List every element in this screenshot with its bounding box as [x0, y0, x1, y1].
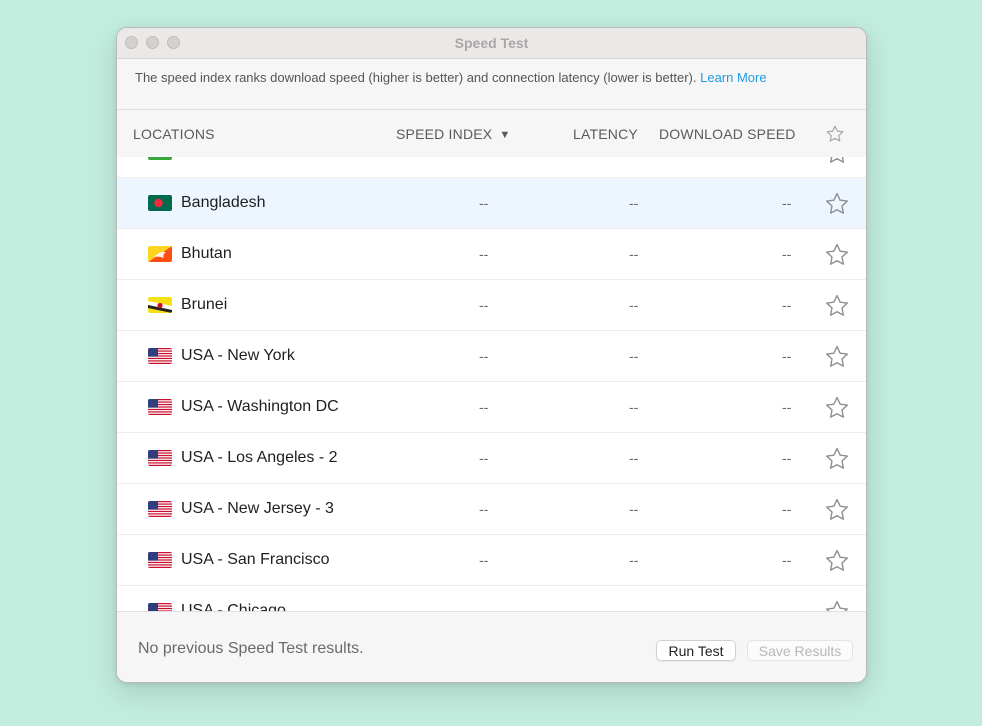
latency-value: --	[629, 552, 639, 568]
speed-index-label: SPEED INDEX	[396, 126, 493, 142]
column-header-download-speed[interactable]: DOWNLOAD SPEED	[659, 110, 796, 158]
learn-more-link[interactable]: Learn More	[700, 70, 766, 85]
download-speed-value: --	[782, 603, 792, 611]
location-row[interactable]: Bangladesh -- -- --	[117, 178, 866, 229]
location-row[interactable]: Brunei -- -- --	[117, 280, 866, 331]
info-text-container: The speed index ranks download speed (hi…	[135, 70, 767, 85]
info-bar: The speed index ranks download speed (hi…	[117, 59, 866, 110]
favorite-star-icon[interactable]	[824, 293, 850, 319]
latency-value: --	[629, 348, 639, 364]
flag-usa-icon	[148, 450, 172, 466]
location-name: Brunei	[181, 296, 228, 313]
column-header-locations[interactable]: LOCATIONS	[133, 110, 215, 158]
speed-index-value: --	[479, 501, 489, 517]
download-speed-value: --	[782, 552, 792, 568]
favorite-star-icon[interactable]	[824, 446, 850, 472]
download-speed-value: --	[782, 450, 792, 466]
table-header: LOCATIONS SPEED INDEX ▼ LATENCY DOWNLOAD …	[117, 110, 866, 158]
flag-partial-green-icon	[148, 157, 172, 160]
flag-usa-icon	[148, 552, 172, 568]
location-row[interactable]: USA - Los Angeles - 2 -- -- --	[117, 433, 866, 484]
favorite-star-icon[interactable]	[824, 599, 850, 611]
location-name: USA - New York	[181, 347, 295, 364]
favorites-filter-star-icon[interactable]	[825, 124, 845, 144]
flag-usa-icon	[148, 603, 172, 611]
flag-usa-icon	[148, 501, 172, 517]
flag-brunei-icon	[148, 297, 172, 313]
latency-value: --	[629, 501, 639, 517]
title-bar: Speed Test	[117, 28, 866, 59]
footer-bar: No previous Speed Test results. Run Test…	[117, 611, 866, 682]
column-header-latency[interactable]: LATENCY	[573, 110, 638, 158]
favorite-star-icon[interactable]	[824, 344, 850, 370]
speed-index-value: --	[479, 195, 489, 211]
favorite-star-icon[interactable]	[824, 242, 850, 268]
flag-bhutan-icon	[148, 246, 172, 262]
locations-list[interactable]: Bangladesh -- -- -- Bhutan -- -- -- Brunei -- -- --…	[117, 157, 866, 611]
location-name: Bhutan	[181, 245, 232, 262]
window-title: Speed Test	[454, 35, 529, 51]
latency-value: --	[629, 450, 639, 466]
location-row[interactable]: USA - Washington DC -- -- --	[117, 382, 866, 433]
location-row[interactable]: USA - New York -- -- --	[117, 331, 866, 382]
location-name: USA - New Jersey - 3	[181, 500, 334, 517]
favorite-star-icon[interactable]	[824, 548, 850, 574]
favorite-star-icon[interactable]	[824, 191, 850, 217]
locations-list-content: Bangladesh -- -- -- Bhutan -- -- -- Brunei -- -- --…	[117, 157, 866, 611]
speed-index-value: --	[479, 246, 489, 262]
favorite-star-icon[interactable]	[824, 157, 850, 166]
flag-usa-icon	[148, 348, 172, 364]
save-results-button[interactable]: Save Results	[747, 640, 853, 661]
latency-value: --	[629, 246, 639, 262]
download-speed-value: --	[782, 501, 792, 517]
info-description: The speed index ranks download speed (hi…	[135, 70, 697, 85]
results-status: No previous Speed Test results.	[138, 640, 364, 657]
speed-index-value: --	[479, 399, 489, 415]
speed-index-value: --	[479, 348, 489, 364]
speed-test-window: Speed Test The speed index ranks downloa…	[116, 27, 867, 683]
speed-index-value: --	[479, 552, 489, 568]
speed-index-value: --	[479, 603, 489, 611]
location-row[interactable]: USA - San Francisco -- -- --	[117, 535, 866, 586]
download-speed-value: --	[782, 195, 792, 211]
flag-bangladesh-icon	[148, 195, 172, 211]
column-header-speed-index[interactable]: SPEED INDEX ▼	[396, 110, 510, 159]
run-test-button[interactable]: Run Test	[656, 640, 736, 661]
location-row[interactable]	[117, 157, 866, 178]
sort-descending-icon: ▼	[499, 129, 511, 141]
location-name: USA - Washington DC	[181, 398, 339, 415]
speed-index-value: --	[479, 297, 489, 313]
latency-value: --	[629, 603, 639, 611]
location-row[interactable]: Bhutan -- -- --	[117, 229, 866, 280]
favorite-star-icon[interactable]	[824, 395, 850, 421]
speed-index-value: --	[479, 450, 489, 466]
latency-value: --	[629, 297, 639, 313]
download-speed-value: --	[782, 297, 792, 313]
latency-value: --	[629, 399, 639, 415]
location-row[interactable]: USA - New Jersey - 3 -- -- --	[117, 484, 866, 535]
download-speed-value: --	[782, 246, 792, 262]
favorite-star-icon[interactable]	[824, 497, 850, 523]
location-name: USA - Chicago	[181, 602, 286, 611]
flag-usa-icon	[148, 399, 172, 415]
location-name: USA - Los Angeles - 2	[181, 449, 338, 466]
download-speed-value: --	[782, 399, 792, 415]
latency-value: --	[629, 195, 639, 211]
download-speed-value: --	[782, 348, 792, 364]
location-name: USA - San Francisco	[181, 551, 330, 568]
location-name: Bangladesh	[181, 194, 266, 211]
location-row[interactable]: USA - Chicago -- -- --	[117, 586, 866, 611]
